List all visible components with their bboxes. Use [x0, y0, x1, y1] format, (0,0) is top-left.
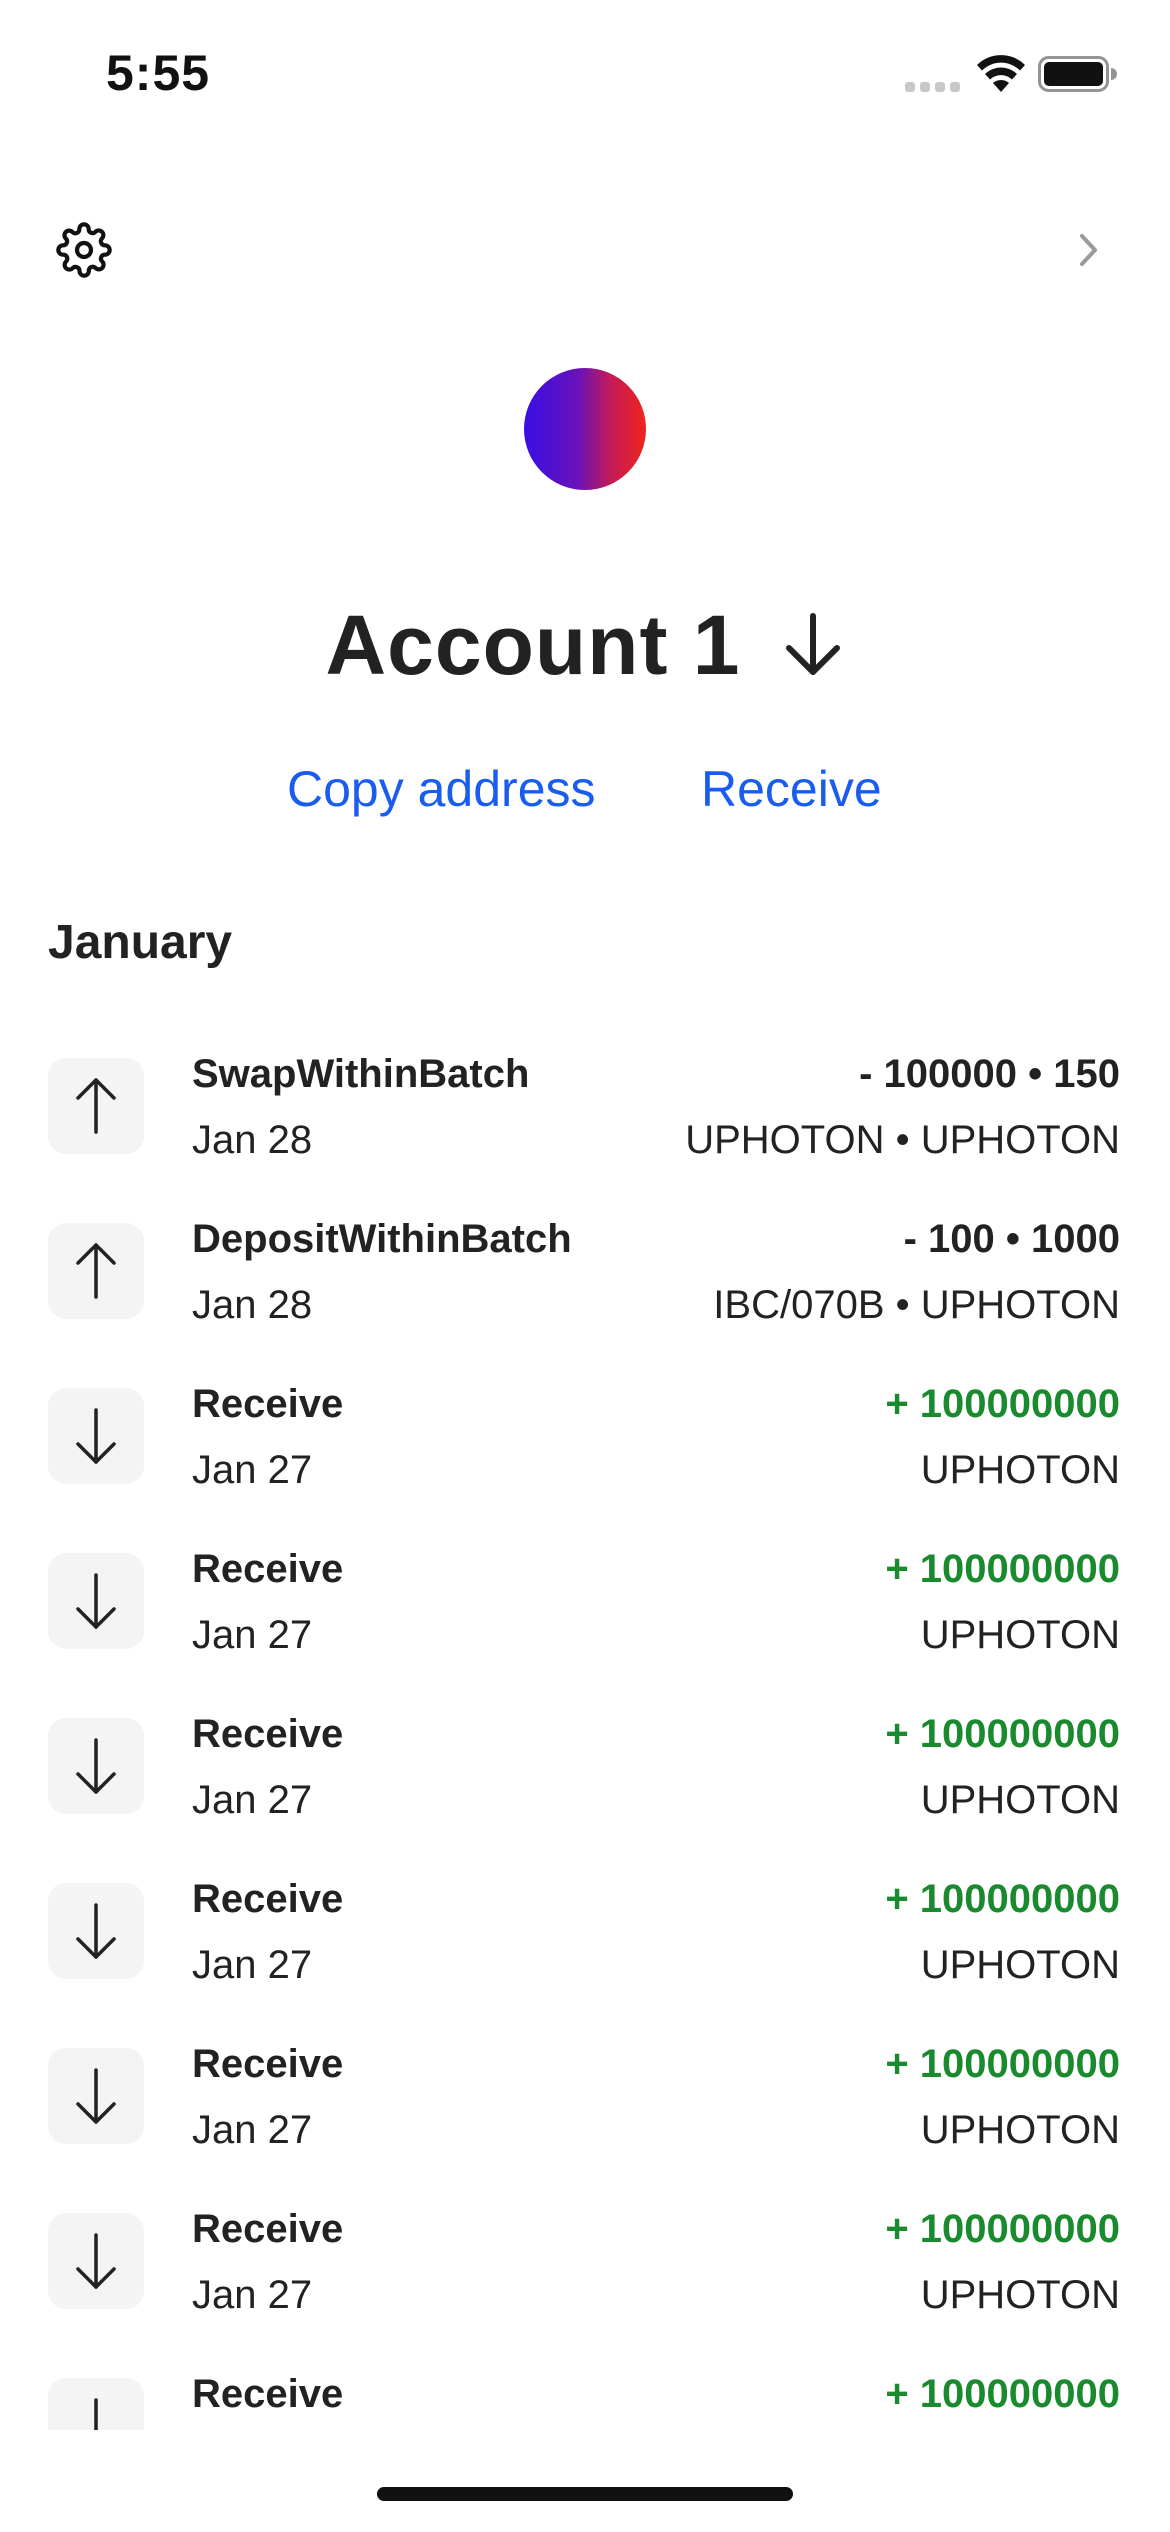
transaction-title: Receive	[192, 1547, 344, 1591]
transaction-amount: - 100 • 1000	[903, 1217, 1120, 1261]
transaction-amount: + 100000000	[885, 1382, 1120, 1426]
transaction-denom: UPHOTON	[920, 1778, 1120, 1822]
transaction-row[interactable]: Receive Jan 27 + 100000000 UPHOTON	[0, 2010, 1170, 2175]
transaction-denom: UPHOTON	[920, 1613, 1120, 1657]
transaction-date: Jan 27	[192, 2273, 313, 2317]
transaction-row[interactable]: Receive Jan 27 + 100000000 UPHOTON	[0, 1350, 1170, 1515]
transaction-amount: + 100000000	[885, 1547, 1120, 1591]
wifi-icon	[977, 55, 1025, 92]
battery-icon	[1038, 56, 1117, 92]
transaction-amount: + 100000000	[885, 2372, 1120, 2416]
arrow-down-icon	[48, 1718, 144, 1814]
transaction-date: Jan 27	[192, 1943, 313, 1987]
forward-button[interactable]	[1060, 222, 1116, 278]
transaction-row[interactable]: Receive Jan 27 + 100000000 UPHOTON	[0, 1680, 1170, 1845]
transaction-amount: + 100000000	[885, 2042, 1120, 2086]
transaction-title: Receive	[192, 2207, 344, 2251]
arrow-down-icon	[48, 1388, 144, 1484]
avatar	[524, 368, 646, 490]
transaction-title: Receive	[192, 2372, 344, 2416]
transaction-title: DepositWithinBatch	[192, 1217, 572, 1261]
arrow-down-icon	[48, 2213, 144, 2309]
transaction-date: Jan 27	[192, 2108, 313, 2152]
chevron-right-icon	[1080, 234, 1097, 266]
transaction-row[interactable]: ReceiveJan 27+ 100000000UPHOTON	[0, 2340, 1170, 2430]
arrow-up-icon	[48, 1058, 144, 1154]
arrow-down-icon	[781, 610, 845, 680]
home-indicator[interactable]	[377, 2487, 793, 2501]
transaction-denom: UPHOTON	[920, 2273, 1120, 2317]
account-actions: Copy address Receive	[0, 760, 1170, 830]
transaction-amount: + 100000000	[885, 2207, 1120, 2251]
transaction-date: Jan 27	[192, 1613, 313, 1657]
arrow-down-icon	[48, 1553, 144, 1649]
transaction-row[interactable]: SwapWithinBatch Jan 28 - 100000 • 150 UPHOT…	[0, 1020, 1170, 1185]
transaction-amount: + 100000000	[885, 1712, 1120, 1756]
transaction-denom: UPHOTON	[920, 2108, 1120, 2152]
transaction-date: Jan 28	[192, 1283, 313, 1327]
transaction-title: SwapWithinBatch	[192, 1052, 530, 1096]
cellular-signal-icon	[905, 82, 960, 92]
transaction-title: Receive	[192, 2042, 344, 2086]
transaction-row[interactable]: DepositWithinBatch Jan 28 - 100 • 1000 IBC/…	[0, 1185, 1170, 1350]
transaction-title: Receive	[192, 1877, 344, 1921]
transaction-date: Jan 27	[192, 1448, 313, 1492]
transaction-denom: UPHOTON • UPHOTON	[685, 1118, 1120, 1162]
status-bar: 5:55	[0, 0, 1170, 150]
transaction-title: Receive	[192, 1712, 344, 1756]
transaction-date: Jan 28	[192, 1118, 313, 1162]
transaction-row[interactable]: Receive Jan 27 + 100000000 UPHOTON	[0, 1845, 1170, 2010]
transaction-amount: + 100000000	[885, 1877, 1120, 1921]
arrow-down-icon	[48, 1883, 144, 1979]
transaction-title: Receive	[192, 1382, 344, 1426]
transaction-row[interactable]: Receive Jan 27 + 100000000 UPHOTON	[0, 1515, 1170, 1680]
transaction-denom: IBC/070B • UPHOTON	[713, 1283, 1120, 1327]
transaction-list[interactable]: SwapWithinBatch Jan 28 - 100000 • 150 UPHOT…	[0, 1020, 1170, 2430]
arrow-down-icon	[48, 2048, 144, 2144]
section-title: January	[48, 916, 233, 969]
settings-button[interactable]	[52, 218, 116, 282]
transaction-denom: UPHOTON	[920, 1943, 1120, 1987]
transaction-row[interactable]: Receive Jan 27 + 100000000 UPHOTON	[0, 2175, 1170, 2340]
status-time: 5:55	[106, 45, 211, 101]
account-name: Account 1	[325, 597, 741, 692]
account-selector[interactable]: Account 1	[0, 590, 1170, 700]
transaction-date: Jan 27	[192, 1778, 313, 1822]
arrow-up-icon	[48, 1223, 144, 1319]
copy-address-button[interactable]: Copy address	[287, 760, 596, 818]
arrow-down-icon	[48, 2378, 144, 2430]
transaction-denom: UPHOTON	[920, 1448, 1120, 1492]
transaction-amount: - 100000 • 150	[859, 1052, 1120, 1096]
gear-icon	[56, 222, 112, 278]
receive-button[interactable]: Receive	[701, 760, 882, 818]
